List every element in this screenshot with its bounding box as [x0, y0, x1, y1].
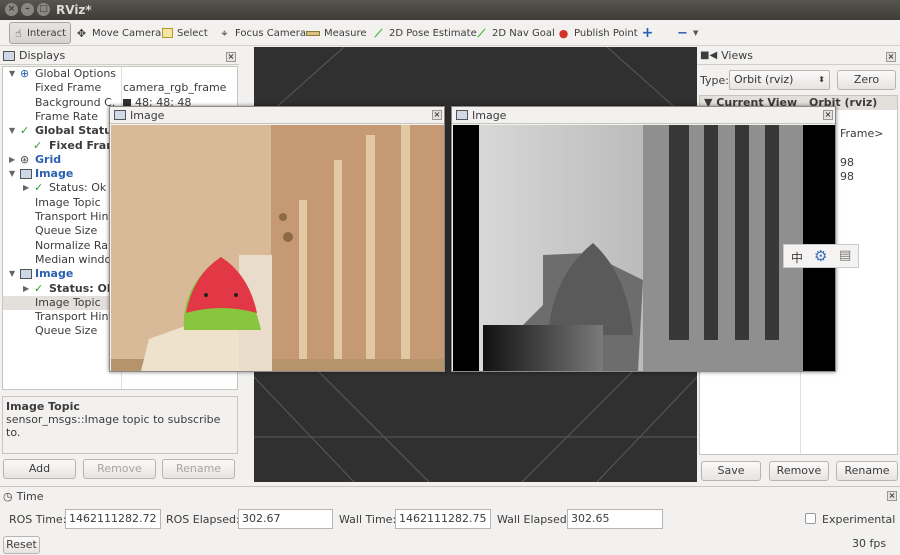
settings-gear-icon[interactable]: ⚙: [814, 247, 827, 265]
image-window-icon: [114, 110, 126, 120]
ros-time-field[interactable]: 1462111282.72: [65, 509, 161, 529]
image-window-icon: [456, 110, 468, 120]
tree-row-fixed-frame[interactable]: Fixed Frame camera_rgb_frame: [3, 81, 237, 95]
checkmark-icon: ✓: [33, 138, 43, 152]
rgb-camera-image: [111, 125, 444, 371]
add-display-button[interactable]: Add: [3, 459, 76, 479]
expand-arrow-icon[interactable]: ▼: [9, 67, 15, 81]
window-title: RViz*: [56, 3, 92, 17]
close-panel-icon[interactable]: ×: [886, 52, 896, 62]
minus-icon: −: [677, 25, 688, 41]
zero-button[interactable]: Zero: [837, 70, 896, 90]
interact-tool-button[interactable]: ☝ Interact: [9, 22, 71, 44]
green-arrow-icon: ⟋: [477, 26, 486, 40]
remove-display-button[interactable]: Remove: [83, 459, 156, 479]
chevron-updown-icon: ⬍: [818, 75, 825, 84]
close-panel-icon[interactable]: ×: [887, 491, 897, 501]
wall-elapsed-field[interactable]: 302.65: [567, 509, 663, 529]
checkmark-icon: ✓: [34, 281, 44, 295]
image-window-rgb[interactable]: Image ×: [109, 106, 445, 372]
hand-icon: ☝: [15, 26, 22, 40]
expand-arrow-icon[interactable]: ▶: [23, 282, 29, 296]
clock-icon: ◷: [3, 489, 13, 503]
rename-view-button[interactable]: Rename: [836, 461, 898, 481]
save-view-button[interactable]: Save: [701, 461, 761, 481]
focus-camera-icon: ⌖: [221, 26, 228, 40]
expand-arrow-icon[interactable]: ▶: [23, 181, 29, 195]
expand-arrow-icon[interactable]: ▼: [9, 167, 15, 181]
add-tool-button[interactable]: +: [637, 22, 658, 44]
measure-tool-button[interactable]: Measure: [302, 22, 371, 44]
checkmark-icon: ✓: [34, 181, 44, 195]
grid-icon: ⊛: [20, 152, 30, 166]
time-panel: ◷ Time × ROS Time: 1462111282.72 ROS Ela…: [0, 486, 900, 534]
displays-header: Displays: [0, 47, 239, 65]
wall-time-field[interactable]: 1462111282.75: [395, 509, 491, 529]
close-panel-icon[interactable]: ×: [226, 52, 236, 62]
experimental-checkbox[interactable]: [805, 513, 816, 524]
expand-arrow-icon[interactable]: ▼: [9, 267, 15, 281]
description-title: Image Topic: [6, 400, 80, 413]
globe-icon: ⊕: [20, 67, 30, 80]
ros-elapsed-field[interactable]: 302.67: [238, 509, 333, 529]
move-camera-icon: ✥: [76, 26, 87, 40]
plus-icon: +: [641, 24, 654, 41]
2d-pose-estimate-tool-button[interactable]: ⟋ 2D Pose Estimate: [368, 22, 481, 44]
minimize-window-icon[interactable]: –: [21, 3, 34, 16]
fps-readout: 30 fps: [852, 537, 887, 550]
property-description: Image Topic sensor_msgs::Image topic to …: [2, 396, 238, 454]
ruler-icon: [306, 30, 320, 36]
camera-icon: ■◀: [700, 50, 718, 61]
map-pin-icon: ●: [558, 26, 569, 40]
toolbar: ☝ Interact ✥ Move Camera Select ⌖ Focus Cam…: [0, 20, 900, 46]
move-camera-tool-button[interactable]: ✥ Move Camera: [71, 22, 165, 44]
views-header: ■◀ Views: [697, 47, 900, 65]
monitor-icon: [3, 50, 15, 61]
input-method-toolbar: 中 ⚙ ▤: [783, 244, 859, 268]
remove-tool-menu[interactable]: − ▼: [672, 22, 702, 44]
green-arrow-icon: ⟋: [374, 26, 383, 40]
image-window-header[interactable]: Image: [452, 107, 835, 124]
2d-nav-goal-tool-button[interactable]: ⟋ 2D Nav Goal: [471, 22, 559, 44]
focus-camera-tool-button[interactable]: ⌖ Focus Camera: [214, 22, 310, 44]
publish-point-tool-button[interactable]: ● Publish Point: [553, 22, 642, 44]
view-type-select[interactable]: Orbit (rviz) ⬍: [729, 70, 830, 90]
maximize-window-icon[interactable]: □: [37, 3, 50, 16]
status-bar: Reset 30 fps: [0, 534, 900, 555]
select-tool-button[interactable]: Select: [158, 22, 212, 44]
select-icon: [162, 28, 173, 38]
reset-button[interactable]: Reset: [3, 536, 40, 554]
time-header: ◷ Time: [3, 489, 44, 503]
rename-display-button[interactable]: Rename: [162, 459, 235, 479]
chevron-down-icon: ▼: [693, 29, 699, 37]
close-panel-icon[interactable]: ×: [823, 110, 833, 120]
expand-arrow-icon[interactable]: ▼: [9, 124, 15, 138]
close-panel-icon[interactable]: ×: [432, 110, 442, 120]
close-window-icon[interactable]: ×: [5, 3, 18, 16]
expand-arrow-icon[interactable]: ▶: [9, 153, 15, 167]
description-text: sensor_msgs::Image topic to subscribe to…: [6, 413, 221, 439]
image-window-depth[interactable]: Image ×: [451, 106, 836, 372]
tree-row-global-options[interactable]: ▼ ⊕ Global Options: [3, 67, 237, 81]
chinese-input-icon[interactable]: 中: [791, 249, 803, 266]
keyboard-icon[interactable]: ▤: [839, 248, 851, 263]
depth-camera-image: [453, 125, 835, 371]
title-bar: × – □ RViz*: [0, 0, 900, 20]
remove-view-button[interactable]: Remove: [769, 461, 829, 481]
checkmark-icon: ✓: [20, 124, 30, 138]
image-window-header[interactable]: Image: [110, 107, 444, 124]
